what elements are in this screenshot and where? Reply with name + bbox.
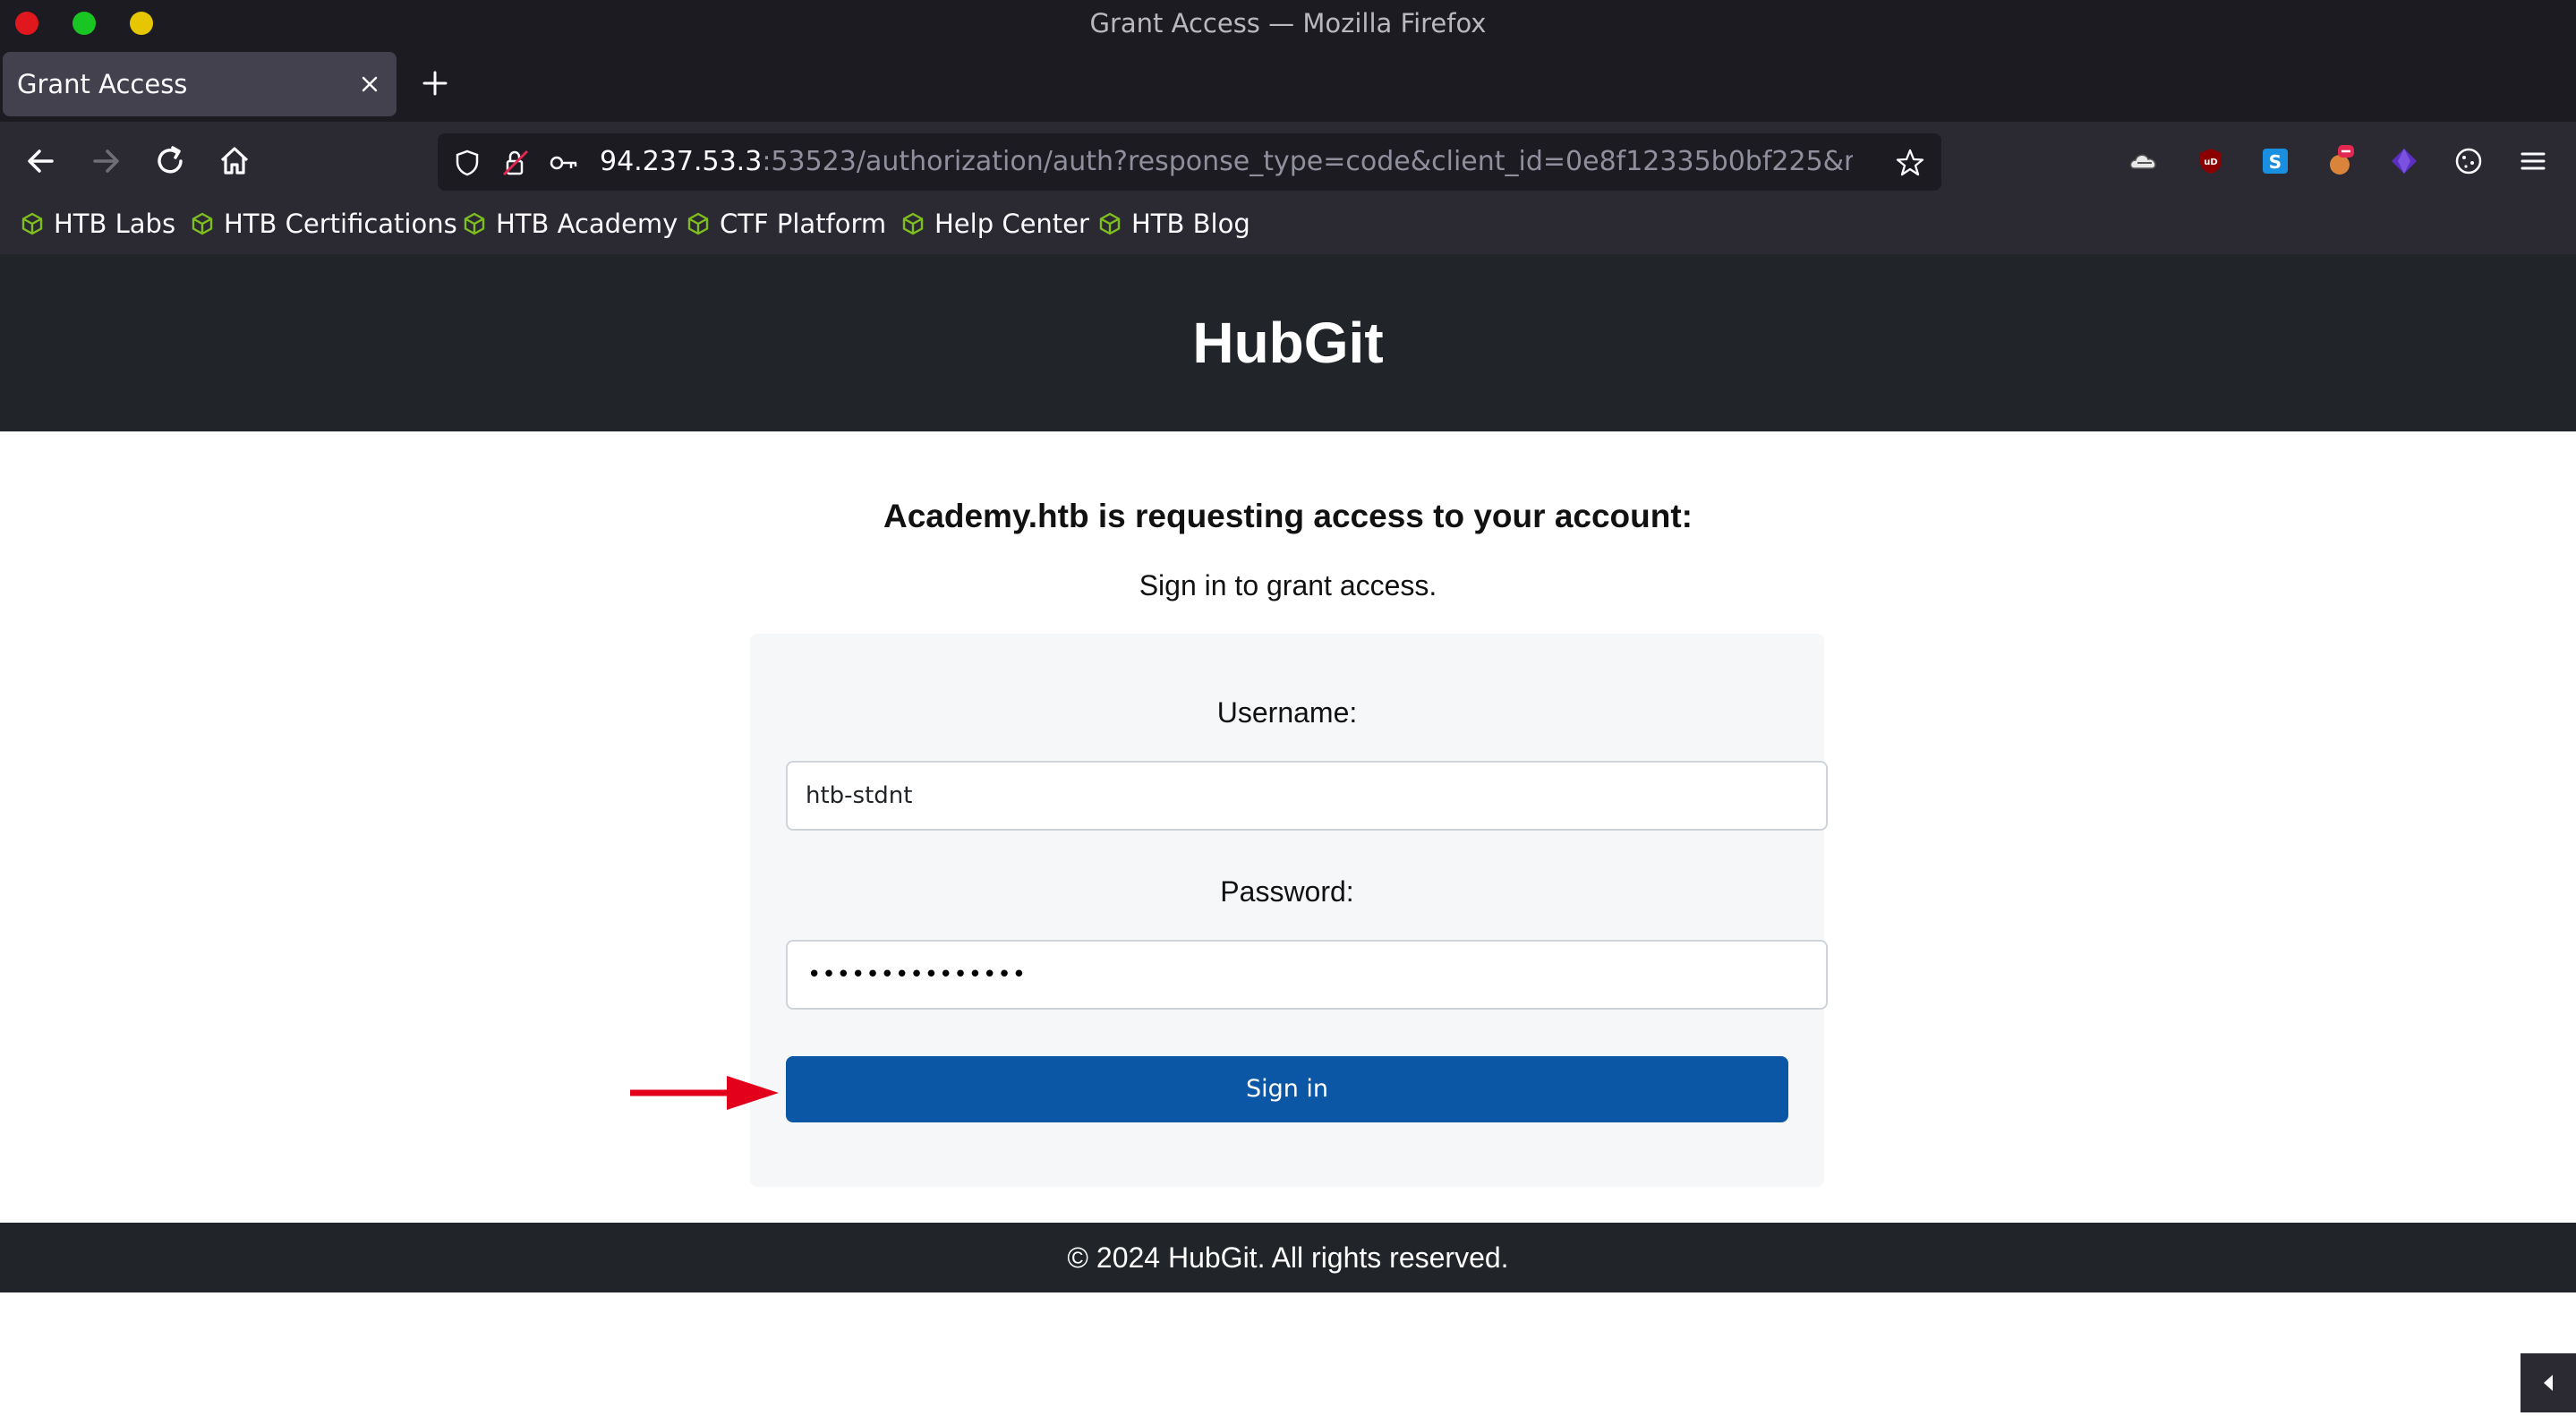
forward-arrow-icon[interactable] [84, 140, 127, 183]
bookmark-label: HTB Academy [496, 209, 678, 239]
url-bar[interactable]: 94.237.53.3:53523/authorization/auth?res… [438, 133, 1941, 191]
password-masked-value: ••••••••••••••• [807, 942, 1027, 1008]
extension-cloud-icon[interactable] [2127, 143, 2162, 179]
cube-icon [686, 211, 711, 236]
bookmark-htb-certifications[interactable]: HTB Certifications [190, 200, 457, 247]
tab-title: Grant Access [17, 52, 187, 116]
cube-icon [20, 211, 45, 236]
access-request-heading: Academy.htb is requesting access to your… [0, 498, 2576, 535]
url-text[interactable]: 94.237.53.3:53523/authorization/auth?res… [600, 133, 1853, 191]
bookmark-star-icon[interactable] [1895, 148, 1925, 178]
bookmark-ctf-platform[interactable]: CTF Platform [686, 200, 886, 247]
url-host: 94.237.53.3 [600, 146, 762, 177]
bookmark-htb-academy[interactable]: HTB Academy [462, 200, 678, 247]
bookmark-label: HTB Certifications [224, 209, 457, 239]
url-path: :53523/authorization/auth?response_type=… [762, 146, 1853, 177]
bookmark-label: HTB Labs [54, 209, 175, 239]
ublock-origin-icon[interactable]: uD [2193, 143, 2229, 179]
close-icon[interactable] [357, 72, 382, 97]
tab-strip: Grant Access [0, 47, 2576, 122]
bookmark-label: HTB Blog [1131, 209, 1250, 239]
annotation-arrow-icon [628, 1071, 780, 1115]
key-icon[interactable] [549, 148, 579, 178]
tracking-shield-icon[interactable] [452, 148, 482, 178]
bookmark-help-center[interactable]: Help Center [900, 200, 1089, 247]
bookmark-htb-blog[interactable]: HTB Blog [1097, 200, 1250, 247]
site-footer: © 2024 HubGit. All rights reserved. [0, 1223, 2576, 1292]
sign-in-form: Username: Password: ••••••••••••••• Sign… [750, 634, 1824, 1187]
bookmark-label: CTF Platform [720, 209, 886, 239]
navigation-bar: 94.237.53.3:53523/authorization/auth?res… [0, 122, 2576, 200]
cube-icon [190, 211, 215, 236]
back-arrow-icon[interactable] [20, 140, 63, 183]
sign-in-button[interactable]: Sign in [786, 1056, 1788, 1122]
new-tab-button[interactable] [419, 67, 451, 99]
cube-icon [900, 211, 925, 236]
chevron-left-icon [2521, 1353, 2576, 1412]
reload-icon[interactable] [149, 140, 192, 183]
bookmark-label: Help Center [934, 209, 1089, 239]
bookmarks-toolbar: HTB Labs HTB Certifications HTB Academy … [0, 200, 2576, 254]
svg-text:S: S [2269, 151, 2282, 173]
extension-badge-icon[interactable] [2322, 143, 2358, 179]
password-label: Password: [750, 875, 1824, 908]
insecure-lock-icon[interactable] [500, 148, 531, 178]
username-field[interactable] [786, 761, 1828, 831]
bookmark-htb-labs[interactable]: HTB Labs [20, 200, 175, 247]
home-icon[interactable] [213, 140, 256, 183]
window-title: Grant Access — Mozilla Firefox [0, 0, 2576, 47]
access-request-subheading: Sign in to grant access. [0, 569, 2576, 602]
cookie-icon[interactable] [2451, 143, 2486, 179]
extension-gem-icon[interactable] [2386, 143, 2422, 179]
site-title: HubGit [0, 254, 2576, 431]
hamburger-menu-icon[interactable] [2515, 143, 2551, 179]
footer-copyright: © 2024 HubGit. All rights reserved. [0, 1223, 2576, 1292]
window-titlebar: Grant Access — Mozilla Firefox [0, 0, 2576, 47]
username-label: Username: [750, 696, 1824, 729]
cube-icon [1097, 211, 1122, 236]
cube-icon [462, 211, 487, 236]
tab-grant-access[interactable]: Grant Access [3, 52, 397, 116]
sidebar-toggle-button[interactable] [2521, 1353, 2576, 1412]
svg-text:uD: uD [2204, 158, 2217, 167]
password-field[interactable]: ••••••••••••••• [786, 940, 1828, 1010]
site-header: HubGit [0, 254, 2576, 431]
extension-s-icon[interactable]: S [2257, 143, 2293, 179]
